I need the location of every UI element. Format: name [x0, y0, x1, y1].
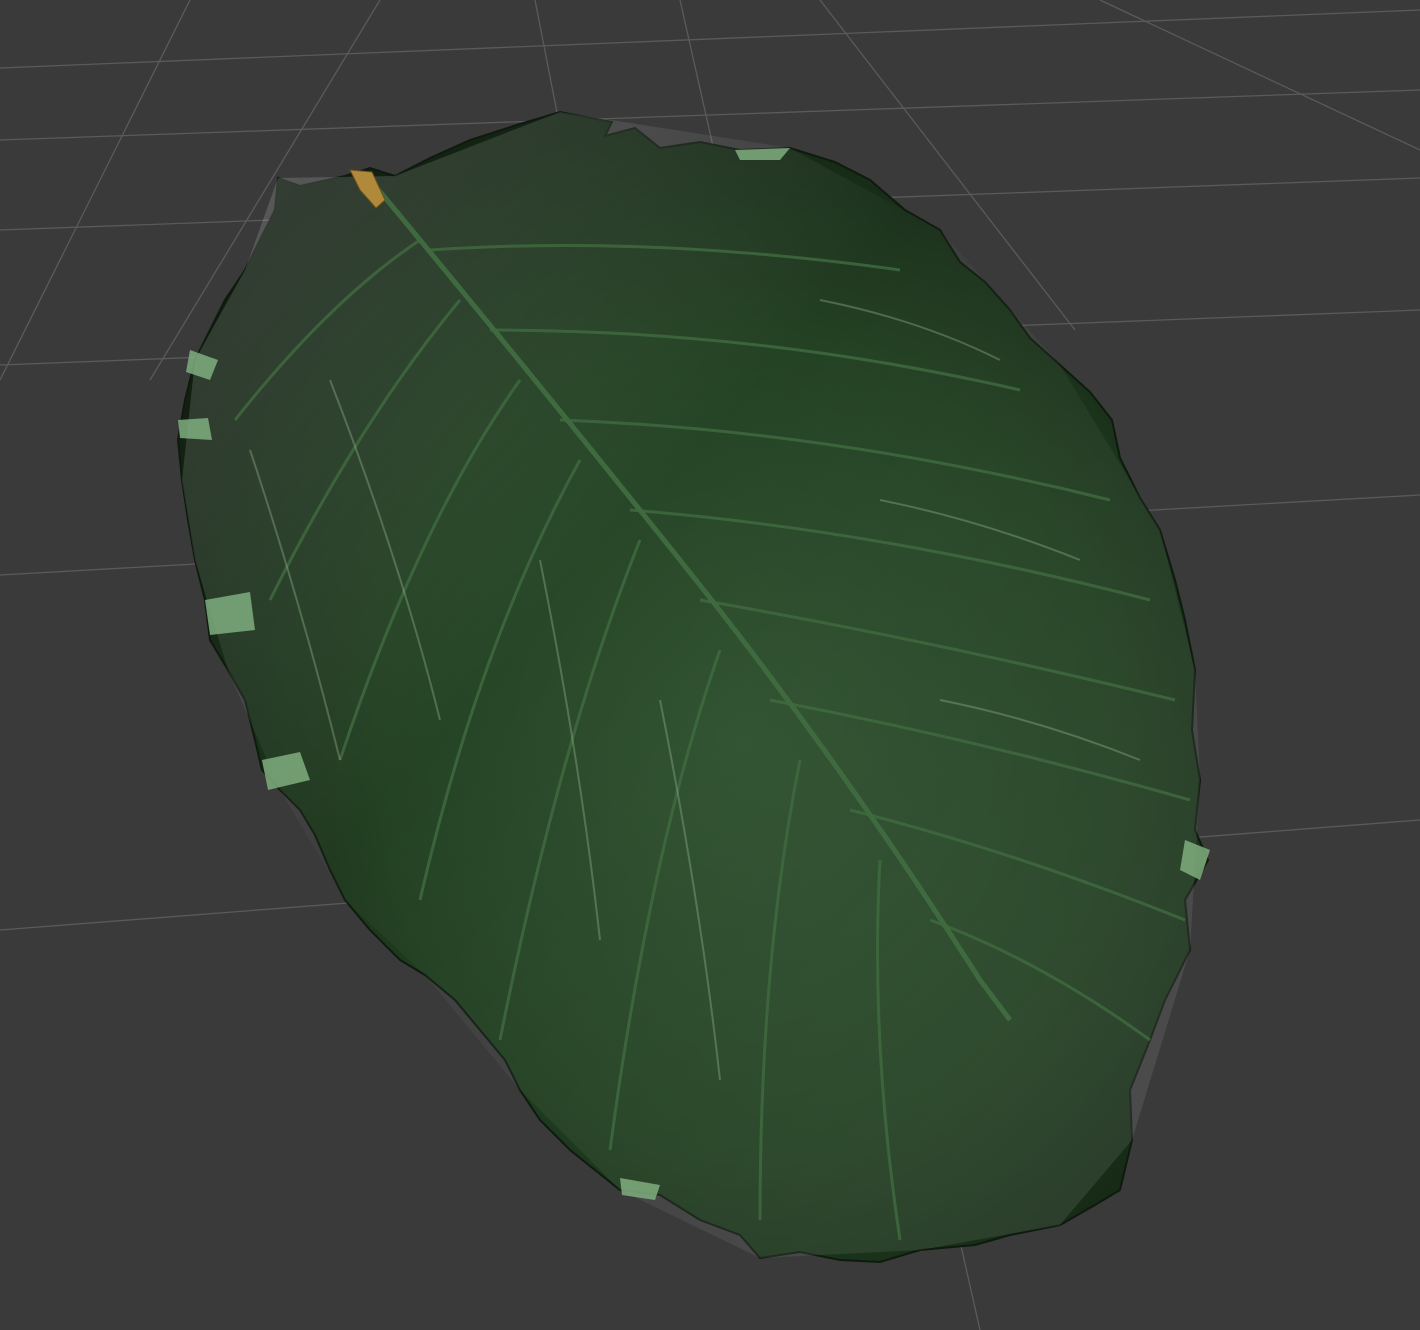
3d-viewport[interactable] — [0, 0, 1420, 1330]
